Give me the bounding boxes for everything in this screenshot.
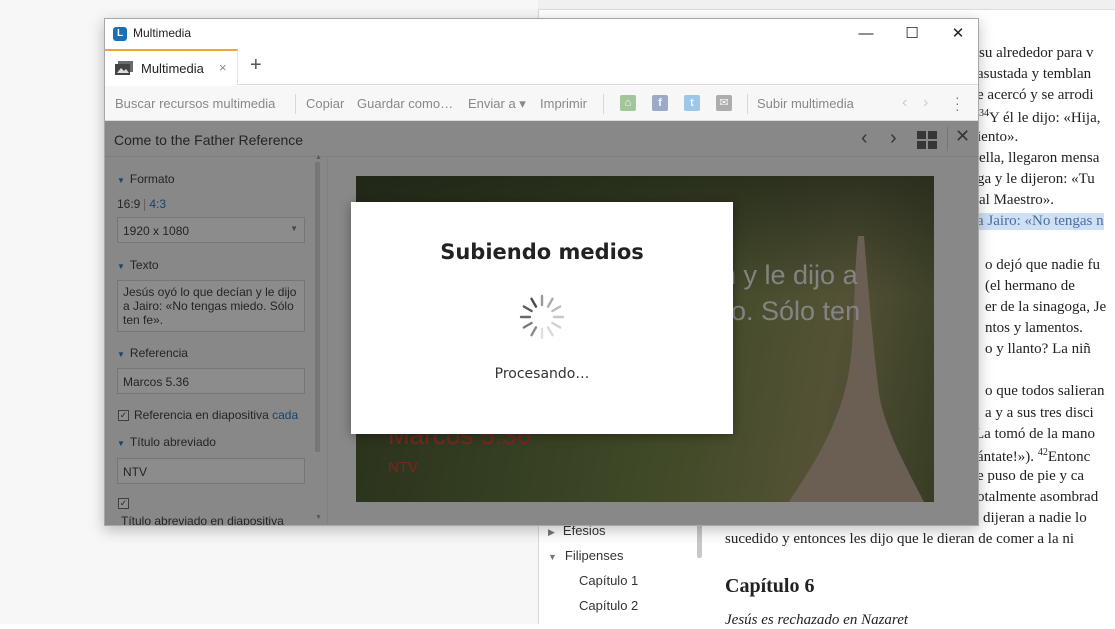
bible-line: (el hermano de	[985, 278, 1075, 294]
more-options-icon[interactable]: · · ·	[955, 90, 960, 116]
loading-spinner-icon	[519, 294, 565, 340]
send-to-button[interactable]: Enviar a ▾	[468, 96, 526, 112]
bible-line: ella, llegaron mensa	[979, 150, 1100, 166]
bible-line: e acercó y se arrodi	[977, 87, 1094, 103]
bible-line: ántate!»). 42Entonc	[977, 447, 1091, 465]
bible-line: La tomó de la mano	[975, 426, 1095, 442]
tab-multimedia[interactable]: Multimedia ×	[105, 49, 238, 85]
tree-item-capitulo-2[interactable]: Capítulo 2	[579, 598, 638, 613]
toolbar: Buscar recursos multimedia Copiar Guarda…	[105, 86, 978, 121]
upload-progress-dialog: Subiendo medios Procesando…	[351, 202, 733, 434]
bible-line: a y a sus tres disci	[985, 405, 1094, 421]
copy-button[interactable]: Copiar	[306, 96, 344, 111]
close-button[interactable]: ✕	[935, 19, 978, 49]
tab-bar: Multimedia × +	[105, 49, 978, 85]
tab-label: Multimedia	[141, 61, 204, 76]
bible-line: iento».	[977, 129, 1019, 145]
tree-scrollbar[interactable]	[697, 524, 702, 558]
tab-close-icon[interactable]: ×	[219, 60, 227, 75]
bible-line: o dejó que nadie fu	[985, 257, 1100, 273]
bible-line: e puso de pie y ca	[977, 468, 1085, 484]
home-share-icon[interactable]: ⌂	[620, 95, 636, 111]
window-titlebar[interactable]: L Multimedia — ☐ ✕	[105, 19, 978, 49]
save-as-button[interactable]: Guardar como…	[357, 96, 453, 111]
verse-number: 42	[1037, 447, 1048, 458]
minimize-button[interactable]: —	[843, 19, 889, 49]
media-gallery-icon	[115, 61, 133, 75]
app-logo-icon: L	[113, 27, 127, 41]
bible-line: 34Y él le dijo: «Hija,	[979, 108, 1101, 126]
facebook-icon[interactable]: f	[652, 95, 668, 111]
bible-line: ga y le dijeron: «Tu	[977, 171, 1095, 187]
section-subtitle: Jesús es rechazado en Nazaret	[725, 612, 909, 628]
maximize-button[interactable]: ☐	[889, 19, 935, 49]
highlighted-bible-line: a Jairo: «No tengas n	[977, 213, 1104, 230]
email-icon[interactable]: ✉	[716, 95, 732, 111]
bible-line: asustada y temblan	[977, 66, 1092, 82]
prev-arrow-icon[interactable]: ‹	[902, 94, 907, 112]
bible-line: sucedido y entonces les dijo que le dier…	[725, 531, 1075, 547]
bible-line: dijeran a nadie lo	[983, 510, 1087, 526]
tree-item-filipenses[interactable]: ▼ Filipenses	[548, 548, 623, 563]
dialog-title: Subiendo medios	[440, 240, 644, 264]
bible-line: o que todos salieran	[985, 383, 1105, 399]
bible-line: ntos y lamentos.	[985, 320, 1083, 336]
chapter-heading: Capítulo 6	[725, 575, 815, 597]
bible-line: al Maestro».	[979, 192, 1054, 208]
bible-line: otalmente asombrad	[977, 489, 1099, 505]
add-tab-button[interactable]: +	[250, 54, 262, 77]
verse-number: 34	[979, 108, 989, 119]
collapse-arrow-icon: ▼	[548, 552, 557, 562]
window-title: Multimedia	[133, 26, 192, 40]
tree-item-capitulo-1[interactable]: Capítulo 1	[579, 573, 638, 588]
expand-arrow-icon: ▶	[548, 527, 555, 537]
bible-line: er de la sinagoga, Je	[985, 299, 1107, 315]
twitter-icon[interactable]: t	[684, 95, 700, 111]
toolbar-divider	[603, 94, 604, 114]
processing-status: Procesando…	[494, 366, 590, 382]
bible-line: su alrededor para v	[979, 45, 1094, 61]
next-arrow-icon[interactable]: ›	[923, 94, 928, 112]
upload-media-button[interactable]: Subir multimedia	[757, 96, 854, 111]
search-media-button[interactable]: Buscar recursos multimedia	[115, 96, 275, 111]
toolbar-divider	[295, 94, 296, 114]
print-button[interactable]: Imprimir	[540, 96, 587, 111]
bible-line: o y llanto? La niñ	[985, 341, 1091, 357]
toolbar-divider	[747, 94, 748, 114]
